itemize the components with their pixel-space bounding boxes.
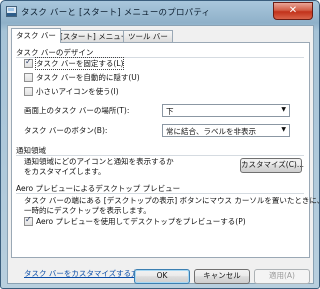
chevron-down-icon: ▼ [281, 106, 286, 113]
autohide-checkbox[interactable] [24, 73, 33, 82]
taskbar-location-select[interactable]: 下 ▼ [162, 104, 290, 117]
taskbar-tab-panel: タスク バーのデザイン タスク バーを固定する(L) タスク バーを自動的に隠す… [11, 42, 319, 258]
notification-description: 通知領域にどのアイコンと通知を表示するかをカスタマイズします。 [24, 157, 174, 176]
aero-peek-checkbox[interactable] [24, 215, 33, 226]
tab-toolbars[interactable]: ツール バー [123, 30, 173, 42]
cancel-button[interactable]: キャンセル [194, 269, 250, 284]
title-bar[interactable]: タスク バーと [スタート] メニューのプロパティ ✕ [1, 1, 319, 25]
taskbar-buttons-value: 常に結合、ラベルを非表示 [166, 127, 256, 136]
aero-peek-divider [16, 193, 304, 194]
aero-peek-description-line2: 一時的にデスクトップを表示します。 [24, 206, 151, 215]
help-link[interactable]: タスク バーをカスタマイズする方法 [24, 268, 146, 279]
taskbar-location-value: 下 [166, 107, 174, 116]
small-icons-label: 小さいアイコンを使う(I) [36, 87, 119, 96]
autohide-label: タスク バーを自動的に隠す(U) [36, 73, 140, 82]
chevron-down-icon: ▼ [281, 126, 286, 133]
small-icons-checkbox[interactable] [24, 87, 33, 96]
tab-start-menu[interactable]: [スタート] メニュー [55, 30, 134, 42]
lock-taskbar-label: タスク バーを固定する(L) [34, 57, 125, 70]
taskbar-buttons-select[interactable]: 常に結合、ラベルを非表示 ▼ [162, 124, 290, 137]
tab-taskbar[interactable]: タスク バー [11, 28, 61, 43]
aero-peek-label: Aero プレビューを使用してデスクトップをプレビューする(P) [36, 217, 246, 226]
window-title: タスク バーと [スタート] メニューのプロパティ [21, 8, 211, 18]
lock-taskbar-checkbox[interactable] [24, 57, 33, 68]
apply-button[interactable]: 適用(A) [254, 269, 310, 284]
close-button[interactable]: ✕ [273, 2, 313, 20]
notification-divider [16, 155, 304, 156]
taskbar-buttons-label: タスク バーのボタン(B): [24, 126, 108, 135]
taskbar-location-label: 画面上のタスク バーの場所(T): [24, 106, 130, 115]
taskbar-app-icon [6, 6, 17, 17]
properties-dialog: タスク バーと [スタート] メニューのプロパティ ✕ タスク バー [スタート… [0, 0, 320, 289]
dialog-client-area: タスク バー [スタート] メニュー ツール バー タスク バーのデザイン タス… [7, 25, 319, 284]
customize-button[interactable]: カスタマイズ(C)... [240, 158, 304, 173]
ok-button[interactable]: OK [134, 269, 190, 284]
